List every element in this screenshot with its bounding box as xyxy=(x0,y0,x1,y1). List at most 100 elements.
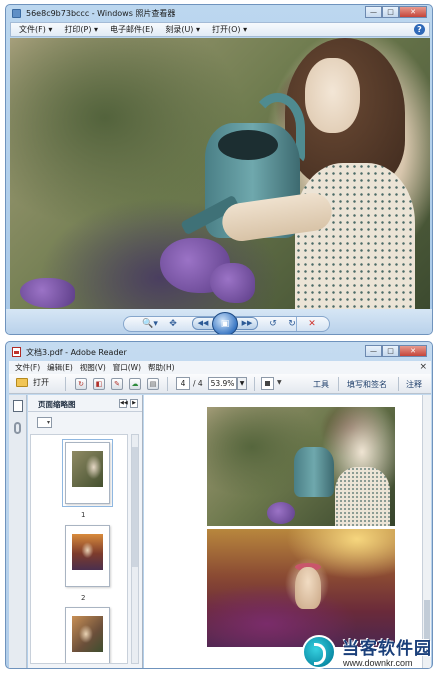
delete-icon[interactable]: ✕ xyxy=(305,317,319,331)
collapse-panel-icon[interactable]: ◀◀ xyxy=(119,399,128,408)
photo-iris-flower xyxy=(20,278,75,308)
thumbnail-page-1[interactable] xyxy=(62,439,113,507)
combine-pdf-icon[interactable]: ◧ xyxy=(93,378,105,390)
photo-girl-dress xyxy=(295,163,415,309)
thumbnails-header: 页面缩略图 ◀◀ ▶ xyxy=(28,395,142,412)
toolbar-divider xyxy=(254,377,255,391)
help-icon[interactable]: ? xyxy=(414,24,425,35)
thumbnails-panel: 页面缩略图 ◀◀ ▶ ▾ 1 2 xyxy=(28,395,143,668)
expand-panel-icon[interactable]: ▶ xyxy=(130,399,138,408)
photo-viewer-window: 56e8c9b73bccc - Windows 照片查看器 — □ ✕ 文件(F… xyxy=(5,4,433,335)
watermark-url: www.downkr.com xyxy=(343,658,413,668)
photo-viewer-app-icon xyxy=(12,9,21,18)
toolbar-divider xyxy=(338,377,339,391)
toolbar-divider xyxy=(296,317,297,331)
pdf-page xyxy=(162,395,417,668)
page-image-girl-in-flowers xyxy=(207,529,395,647)
comment-button[interactable]: 注释 xyxy=(406,379,422,390)
previous-icon[interactable]: ◀◀ xyxy=(192,317,214,330)
page-number-input[interactable]: 4 xyxy=(176,377,190,390)
cloud-share-icon[interactable]: ☁ xyxy=(129,378,141,390)
photo-viewer-menubar: 文件(F) ▾ 打印(P) ▾ 电子邮件(E) 刻录(U) ▾ 打开(O) ▾ … xyxy=(10,22,430,37)
photo-viewer-titlebar[interactable]: 56e8c9b73bccc - Windows 照片查看器 — □ ✕ xyxy=(6,5,432,22)
photo-can-opening xyxy=(218,130,278,160)
zoom-input[interactable]: 53.9% xyxy=(208,377,237,390)
document-scrollbar[interactable] xyxy=(422,395,431,668)
maximize-button[interactable]: □ xyxy=(382,6,399,18)
tools-button[interactable]: 工具 xyxy=(313,379,329,390)
page-total: / 4 xyxy=(193,379,203,388)
document-view[interactable] xyxy=(144,395,431,668)
thumbnail-page-2[interactable] xyxy=(65,525,110,587)
navigation-rail xyxy=(9,395,27,668)
reader-toolbar: 打开 ↻ ◧ ✎ ☁ ▤ 4 / 4 53.9% ▼ ▼ 工具 填写和签名 注释 xyxy=(9,374,431,394)
menu-help[interactable]: 帮助(H) xyxy=(148,362,175,373)
doc-girl-dress xyxy=(335,467,390,526)
edit-icon[interactable]: ✎ xyxy=(111,378,123,390)
thumbnail-options-dropdown[interactable]: ▾ xyxy=(37,417,52,428)
doc-watering-can xyxy=(294,447,334,497)
zoom-dropdown-icon[interactable]: ▼ xyxy=(237,377,247,390)
watermark-logo-icon xyxy=(302,635,336,669)
thumbnail-page-number: 2 xyxy=(81,594,86,602)
photo-iris-flower xyxy=(210,263,255,303)
minimize-button[interactable]: — xyxy=(365,6,382,18)
thumbnail-page-number: 1 xyxy=(81,511,86,519)
create-pdf-icon[interactable]: ↻ xyxy=(75,378,87,390)
site-watermark: 当客软件园 www.downkr.com xyxy=(302,632,439,674)
close-button[interactable]: ✕ xyxy=(399,6,427,18)
doc-iris-flower xyxy=(267,502,295,524)
document-close-icon[interactable]: × xyxy=(419,361,427,374)
menu-file[interactable]: 文件(F) ▾ xyxy=(19,24,52,35)
next-icon[interactable]: ▶▶ xyxy=(236,317,258,330)
save-icon[interactable]: ▤ xyxy=(147,378,159,390)
menu-email[interactable]: 电子邮件(E) xyxy=(110,24,153,35)
reader-title: 文档3.pdf - Adobe Reader xyxy=(26,348,127,357)
photo-girl-face xyxy=(305,58,360,133)
thumbnail-image xyxy=(72,451,103,487)
photo-viewer-title: 56e8c9b73bccc - Windows 照片查看器 xyxy=(26,9,176,18)
folder-icon xyxy=(16,378,28,387)
page-thumbnails-icon[interactable] xyxy=(13,400,23,412)
doc-girl xyxy=(295,567,321,609)
menu-view[interactable]: 视图(V) xyxy=(80,362,106,373)
thumbnail-page-3[interactable] xyxy=(65,607,110,663)
open-label: 打开 xyxy=(33,378,49,387)
toolbar-divider xyxy=(398,377,399,391)
attachments-icon[interactable] xyxy=(14,422,21,434)
thumbnail-scrollbar[interactable] xyxy=(131,434,139,664)
photo-viewer-toolbar: 🔍▾ ✥ ◀◀ ▶▶ ▣ ↺ ↻ ✕ xyxy=(6,309,432,334)
fill-sign-button[interactable]: 填写和签名 xyxy=(347,379,387,390)
displayed-photo xyxy=(10,38,430,309)
toolbar-divider xyxy=(65,377,66,391)
toolbar-divider xyxy=(167,377,168,391)
reader-window: 文档3.pdf - Adobe Reader — □ ✕ 文件(F) 编辑(E)… xyxy=(5,341,433,669)
menu-edit[interactable]: 编辑(E) xyxy=(47,362,73,373)
maximize-button[interactable]: □ xyxy=(382,345,399,357)
thumbnail-image xyxy=(72,616,103,652)
pdf-icon xyxy=(12,347,21,357)
open-button[interactable]: 打开 xyxy=(16,377,49,388)
close-button[interactable]: ✕ xyxy=(399,345,427,357)
thumbnails-title: 页面缩略图 xyxy=(38,400,76,409)
reader-menubar: 文件(F) 编辑(E) 视图(V) 窗口(W) 帮助(H) × xyxy=(9,361,431,374)
watermark-brand: 当客软件园 xyxy=(342,639,432,659)
slideshow-icon[interactable]: ▣ xyxy=(212,312,238,334)
fit-dropdown-icon[interactable]: ▼ xyxy=(277,379,282,386)
menu-burn[interactable]: 刻录(U) ▾ xyxy=(165,24,200,35)
scrollbar-thumb[interactable] xyxy=(132,447,138,567)
menu-open[interactable]: 打开(O) ▾ xyxy=(212,24,247,35)
zoom-icon[interactable]: 🔍▾ xyxy=(139,317,161,331)
photo-viewer-window-controls: — □ ✕ xyxy=(365,6,427,18)
thumbnail-list: 1 2 xyxy=(30,434,128,664)
thumbnail-image xyxy=(72,534,103,570)
fit-page-icon[interactable] xyxy=(261,377,274,390)
reader-titlebar[interactable]: 文档3.pdf - Adobe Reader — □ ✕ xyxy=(6,342,432,360)
minimize-button[interactable]: — xyxy=(365,345,382,357)
reader-window-controls: — □ ✕ xyxy=(365,345,427,357)
menu-print[interactable]: 打印(P) ▾ xyxy=(64,24,98,35)
rotate-left-icon[interactable]: ↺ xyxy=(266,317,280,331)
actual-size-icon[interactable]: ✥ xyxy=(166,317,180,331)
menu-file[interactable]: 文件(F) xyxy=(15,362,40,373)
menu-window[interactable]: 窗口(W) xyxy=(113,362,141,373)
